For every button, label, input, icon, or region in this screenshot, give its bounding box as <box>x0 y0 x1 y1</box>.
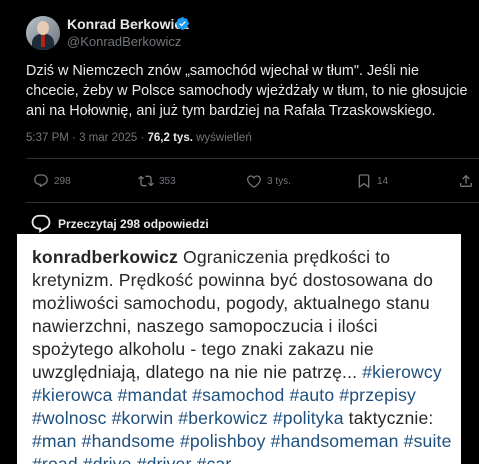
tweet-date[interactable]: 3 mar 2025 <box>79 132 137 144</box>
like-count: 3 tys. <box>267 175 291 187</box>
reply-bubble-icon <box>31 214 51 233</box>
read-replies-button[interactable]: Przeczytaj 298 odpowiedzi <box>30 213 209 235</box>
bookmark-button[interactable]: 14 <box>356 172 388 190</box>
author-name[interactable]: Konrad Berkowicz <box>67 16 189 32</box>
views-count: 76,2 tys. <box>147 132 193 144</box>
divider <box>26 202 479 203</box>
tweet: Konrad Berkowicz @KonradBerkowicz Dziś w… <box>0 0 479 240</box>
embedded-hashtags-continued: #man #handsome #polishboy #handsomeman #… <box>32 431 452 464</box>
embedded-post-text: konradberkowicz Ograniczenia prędkości t… <box>32 246 461 464</box>
tweet-text: Dziś w Niemczech znów „samochód wjechał … <box>26 63 468 119</box>
reply-count: 298 <box>54 175 71 187</box>
meta-separator: · <box>140 132 145 144</box>
bookmark-count: 14 <box>377 175 389 187</box>
verified-badge-icon <box>176 17 189 30</box>
tweet-meta: 5:37 PM · 3 mar 2025 · 76,2 tys. wyświet… <box>26 132 252 144</box>
tweet-time[interactable]: 5:37 PM <box>26 132 69 144</box>
repost-icon <box>138 175 154 187</box>
share-icon <box>460 174 472 187</box>
embedded-caption-continued: taktycznie: <box>343 408 434 428</box>
heart-icon <box>247 175 261 188</box>
reply-icon <box>34 174 48 188</box>
repost-button[interactable]: 353 <box>138 172 176 190</box>
read-replies-label: Przeczytaj 298 odpowiedzi <box>58 217 209 231</box>
like-button[interactable]: 3 tys. <box>246 172 291 190</box>
reply-button[interactable]: 298 <box>33 172 71 190</box>
divider <box>26 158 479 159</box>
embedded-username: konradberkowicz <box>32 247 178 267</box>
author-handle[interactable]: @KonradBerkowicz <box>67 34 181 49</box>
bookmark-icon <box>358 174 370 189</box>
share-button[interactable] <box>458 172 479 190</box>
meta-separator: · <box>72 132 76 144</box>
avatar[interactable] <box>26 16 60 50</box>
views-label: wyświetleń <box>196 132 252 144</box>
repost-count: 353 <box>159 175 176 187</box>
embedded-screenshot: konradberkowicz Ograniczenia prędkości t… <box>17 234 461 464</box>
